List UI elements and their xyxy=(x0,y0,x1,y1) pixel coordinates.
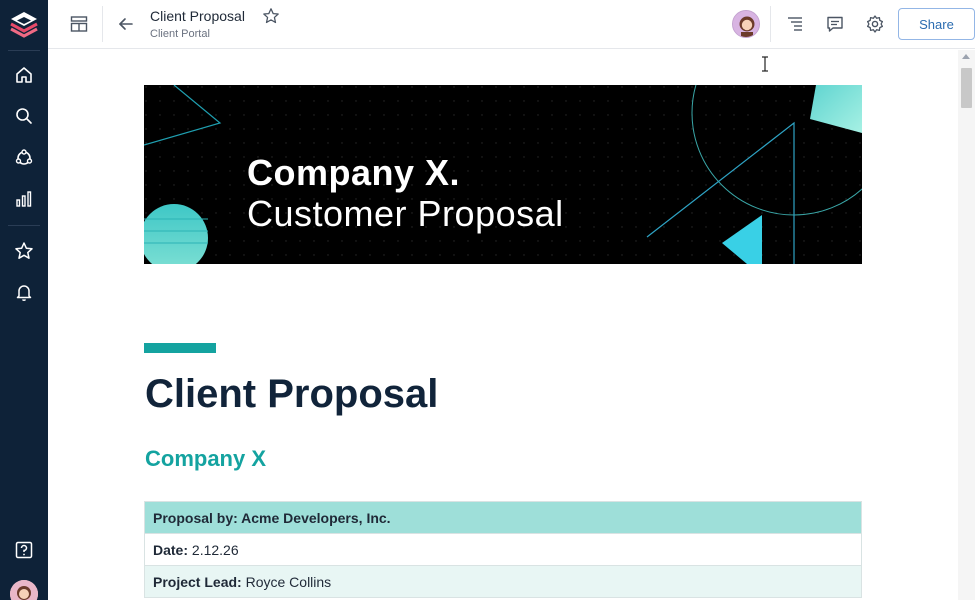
gear-icon xyxy=(866,15,884,33)
topbar-divider xyxy=(770,6,771,42)
sidebar-divider xyxy=(8,225,40,226)
back-button[interactable] xyxy=(114,12,138,36)
table-cell[interactable]: Date: 2.12.26 xyxy=(144,533,862,566)
panels-icon xyxy=(70,16,88,32)
comments-button[interactable] xyxy=(823,12,847,36)
table-cell[interactable]: Project Lead: Royce Collins xyxy=(144,565,862,598)
document-title: Client Proposal xyxy=(150,8,245,24)
scroll-thumb[interactable] xyxy=(961,68,972,108)
banner-subtitle: Customer Proposal xyxy=(247,193,564,234)
row-label: Date: xyxy=(153,541,189,558)
user-avatar[interactable] xyxy=(10,580,38,600)
sidebar-item-network[interactable] xyxy=(12,146,36,170)
company-heading: Company X xyxy=(145,446,267,471)
bell-icon xyxy=(16,285,32,302)
document-location[interactable]: Client Portal xyxy=(150,28,210,40)
sidebar-item-help[interactable] xyxy=(12,538,36,562)
topbar: Client Proposal Client Portal Share xyxy=(48,0,975,49)
outline-icon xyxy=(788,17,802,31)
table-row: Date: 2.12.26 xyxy=(144,533,862,566)
layout-toggle-button[interactable] xyxy=(67,12,91,36)
sidebar-item-home[interactable] xyxy=(12,63,36,87)
sidebar-item-notifications[interactable] xyxy=(12,280,36,304)
cover-banner: Company X. Customer Proposal xyxy=(144,85,862,264)
sidebar-item-analytics[interactable] xyxy=(12,187,36,211)
outline-button[interactable] xyxy=(783,12,807,36)
bar-chart-icon xyxy=(16,191,32,207)
favorite-star-icon[interactable] xyxy=(262,7,280,25)
sidebar xyxy=(0,0,48,600)
topbar-divider xyxy=(102,6,103,42)
row-label: Project Lead: xyxy=(153,573,242,590)
text-cursor-icon xyxy=(762,56,768,72)
search-icon xyxy=(16,108,32,124)
row-value: Royce Collins xyxy=(245,573,332,590)
page-title: Client Proposal xyxy=(145,372,439,416)
comment-icon xyxy=(827,16,843,32)
home-icon xyxy=(16,67,32,83)
row-value: 2.12.26 xyxy=(191,541,239,558)
arrow-left-icon xyxy=(119,18,133,30)
table-header-cell[interactable]: Proposal by: Acme Developers, Inc. xyxy=(144,501,862,534)
table-row: Proposal by: Acme Developers, Inc. xyxy=(144,501,862,534)
vertical-scrollbar[interactable] xyxy=(958,50,975,600)
sidebar-divider xyxy=(8,50,40,51)
table-row: Project Lead: Royce Collins xyxy=(144,565,862,598)
sidebar-item-search[interactable] xyxy=(12,104,36,128)
accent-bar xyxy=(144,343,216,353)
help-icon xyxy=(15,541,33,559)
scroll-up-arrow-icon[interactable] xyxy=(962,54,970,59)
proposal-info-table: Proposal by: Acme Developers, Inc. Date:… xyxy=(144,501,862,598)
share-button[interactable]: Share xyxy=(898,8,975,40)
app-logo-icon[interactable] xyxy=(7,8,41,42)
star-icon xyxy=(15,242,33,259)
sidebar-item-favorites[interactable] xyxy=(12,239,36,263)
settings-button[interactable] xyxy=(863,12,887,36)
network-icon xyxy=(15,149,33,165)
banner-title: Company X. xyxy=(247,152,461,193)
collaborator-avatar[interactable] xyxy=(732,10,760,38)
